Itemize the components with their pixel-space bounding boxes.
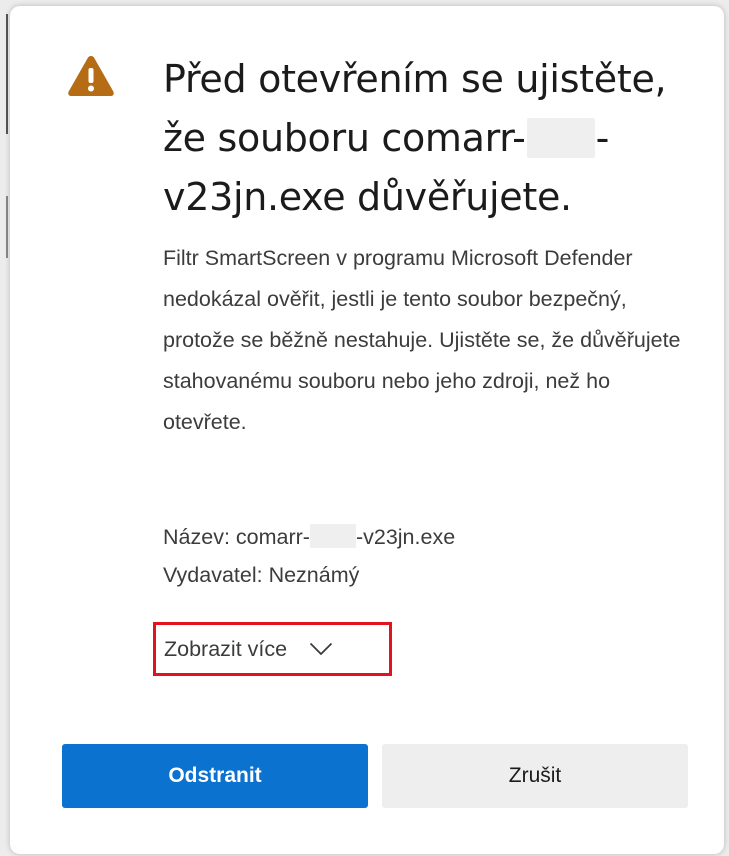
show-more-label: Zobrazit více xyxy=(164,636,288,661)
dialog-description: Filtr SmartScreen v programu Microsoft D… xyxy=(163,246,681,434)
file-details: Název: comarr- -v23jn.exe Vydavatel: Nezn… xyxy=(163,518,683,594)
file-name-row: Název: comarr- -v23jn.exe xyxy=(163,518,683,556)
smartscreen-dialog: Před otevřením se ujistěte, že souboru c… xyxy=(10,6,724,854)
redacted-filename-part xyxy=(309,524,356,549)
warning-icon xyxy=(68,56,114,96)
show-more-button[interactable]: Zobrazit více xyxy=(153,622,392,676)
file-name-suffix: -v23jn.exe xyxy=(355,525,456,549)
redacted-filename-part xyxy=(526,117,595,158)
background-edge xyxy=(6,14,8,134)
cancel-button[interactable]: Zrušit xyxy=(382,744,688,808)
file-name-label: Název: comarr- xyxy=(163,525,310,549)
delete-button[interactable]: Odstranit xyxy=(62,744,368,808)
dialog-title: Před otevřením se ujistěte, že souboru c… xyxy=(163,50,683,227)
chevron-down-icon xyxy=(309,642,333,656)
publisher-row: Vydavatel: Neznámý xyxy=(163,563,360,587)
background-edge xyxy=(6,196,8,258)
